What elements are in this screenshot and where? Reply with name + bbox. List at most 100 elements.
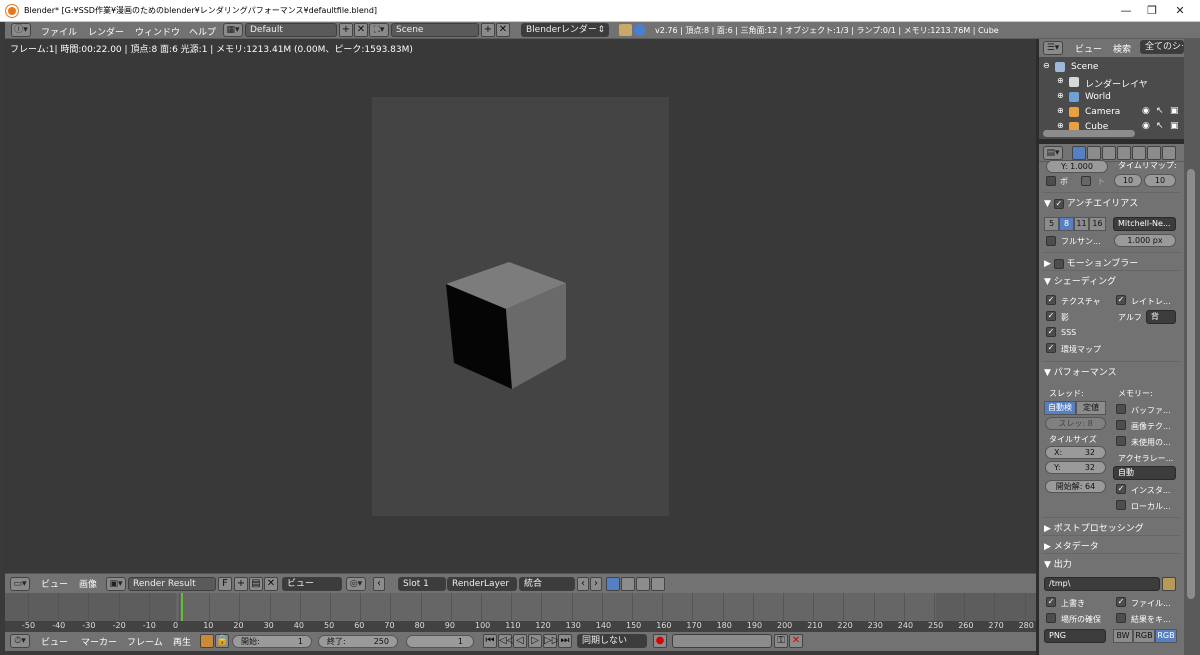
menu-timeline-view[interactable]: ビュー: [41, 635, 68, 648]
constraints-tab-icon[interactable]: [1147, 146, 1161, 160]
scene-field[interactable]: Scene: [391, 23, 479, 37]
outliner-item[interactable]: ⊕ World: [1039, 90, 1184, 105]
aa-samples-5[interactable]: 5: [1044, 217, 1059, 231]
file-extensions-checkbox[interactable]: ✓: [1116, 597, 1126, 607]
threads-fixed-button[interactable]: 定値: [1076, 401, 1106, 415]
metadata-panel-header[interactable]: ▶ メタデータ: [1044, 539, 1099, 553]
menu-render[interactable]: レンダー: [88, 25, 124, 38]
render-camera-icon[interactable]: ▣: [1170, 121, 1179, 131]
visibility-eye-icon[interactable]: ◉: [1142, 106, 1150, 116]
layout-icon[interactable]: ▦▾: [223, 23, 243, 37]
outliner-item[interactable]: ⊕ レンダーレイヤ: [1039, 75, 1184, 90]
outliner-item[interactable]: ⊖ Scene: [1039, 60, 1184, 75]
shading-panel-header[interactable]: ▼ シェーディング: [1044, 274, 1116, 288]
menu-view[interactable]: ビュー: [41, 577, 68, 590]
editor-type-info-icon[interactable]: ⓘ▾: [11, 23, 31, 37]
play-reverse-icon[interactable]: ◁: [513, 634, 527, 648]
performance-panel-header[interactable]: ▼ パフォーマンス: [1044, 365, 1117, 379]
tile-y-field[interactable]: Y: 32: [1045, 461, 1106, 474]
open-image-folder-icon[interactable]: ▤: [249, 577, 263, 591]
aa-filter-size-field[interactable]: 1.000 px: [1114, 234, 1176, 247]
modifiers-tab-icon[interactable]: [1162, 146, 1176, 160]
file-format-select[interactable]: PNG: [1044, 629, 1106, 643]
maximize-button[interactable]: ❐: [1139, 2, 1165, 20]
color-rgba-button[interactable]: RGB: [1155, 629, 1177, 643]
pass-prev-button[interactable]: ‹: [577, 577, 589, 591]
free-unused-checkbox[interactable]: [1116, 436, 1126, 446]
output-path-field[interactable]: /tmp\: [1044, 577, 1160, 591]
editor-type-outliner-icon[interactable]: ☰▾: [1043, 41, 1063, 55]
delete-scene-button[interactable]: ✕: [496, 23, 510, 37]
output-folder-icon[interactable]: [1162, 577, 1176, 591]
render-engine-select[interactable]: Blenderレンダー ⇕: [521, 23, 609, 37]
raytrace-checkbox[interactable]: ✓: [1116, 295, 1126, 305]
save-buffers-checkbox[interactable]: [1116, 404, 1126, 414]
visibility-eye-icon[interactable]: ◉: [1142, 121, 1150, 131]
slot-select[interactable]: Slot 1: [398, 577, 446, 591]
instances-checkbox[interactable]: ✓: [1116, 484, 1126, 494]
menu-marker[interactable]: マーカー: [81, 635, 117, 648]
editor-type-image-icon[interactable]: ▭▾: [10, 577, 30, 591]
menu-file[interactable]: ファイル: [41, 25, 77, 38]
render-icon[interactable]: [619, 24, 632, 36]
motion-blur-panel-header[interactable]: ▶ モーションブラー: [1044, 256, 1138, 270]
cache-result-checkbox[interactable]: [1116, 613, 1126, 623]
unlink-image-button[interactable]: ✕: [264, 577, 278, 591]
play-icon[interactable]: ▷: [528, 634, 542, 648]
object-tab-icon[interactable]: [1132, 146, 1146, 160]
full-sample-checkbox[interactable]: [1046, 236, 1056, 246]
scene-icon-button[interactable]: ⛶▾: [369, 23, 389, 37]
new-image-button[interactable]: +: [234, 577, 248, 591]
acceleration-select[interactable]: 自動: [1113, 466, 1176, 480]
world-globe-icon[interactable]: [634, 24, 646, 36]
editor-type-timeline-icon[interactable]: ⏱▾: [10, 634, 30, 648]
preview-range-icon[interactable]: [200, 634, 214, 648]
scene-tab-icon[interactable]: [1102, 146, 1116, 160]
auto-keying-record-icon[interactable]: ●: [653, 634, 667, 648]
outliner-item[interactable]: ⊕ Camera ◉ ↖ ▣: [1039, 105, 1184, 120]
draw-channels-alpha-icon[interactable]: [621, 577, 635, 591]
env-maps-checkbox[interactable]: ✓: [1046, 343, 1056, 353]
local-coords-checkbox[interactable]: [1116, 500, 1126, 510]
view-mode-select[interactable]: ビュー: [282, 577, 342, 591]
select-arrow-icon[interactable]: ↖: [1156, 121, 1164, 131]
render-layer-select[interactable]: RenderLayer: [447, 577, 517, 591]
current-frame-field[interactable]: 1: [406, 635, 474, 648]
lock-range-icon[interactable]: 🔒: [215, 634, 229, 648]
jump-keyframe-back-icon[interactable]: ◁◁: [498, 634, 514, 648]
color-bw-button[interactable]: BW: [1113, 629, 1133, 643]
aa-filter-select[interactable]: Mitchell-Ne...: [1113, 217, 1176, 231]
add-scene-button[interactable]: +: [481, 23, 495, 37]
outliner-filter-select[interactable]: 全てのシーン: [1140, 40, 1184, 54]
aa-samples-11[interactable]: 11: [1074, 217, 1089, 231]
scrollbar-thumb[interactable]: [1187, 169, 1195, 599]
overwrite-checkbox[interactable]: ✓: [1046, 597, 1056, 607]
antialiasing-checkbox[interactable]: ✓: [1053, 198, 1064, 209]
select-arrow-icon[interactable]: ↖: [1156, 106, 1164, 116]
jump-start-icon[interactable]: ⏮: [483, 634, 497, 648]
menu-image[interactable]: 画像: [79, 577, 97, 590]
minimize-button[interactable]: —: [1113, 2, 1139, 20]
aa-samples-16[interactable]: 16: [1089, 217, 1106, 231]
tile-x-field[interactable]: X: 32: [1045, 446, 1106, 459]
time-remap-new-field[interactable]: 10: [1144, 174, 1176, 187]
expand-icon[interactable]: ⊕: [1057, 76, 1064, 85]
start-frame-field[interactable]: 開始: 1: [232, 635, 312, 648]
textures-checkbox[interactable]: ✓: [1046, 295, 1056, 305]
threads-count-field[interactable]: スレッ: 8: [1045, 417, 1106, 430]
image-browse-icon[interactable]: ▣▾: [106, 577, 126, 591]
render-canvas[interactable]: [372, 97, 669, 516]
border-checkbox[interactable]: [1046, 176, 1056, 186]
timeline-area[interactable]: [5, 593, 1036, 621]
aa-samples-8[interactable]: 8: [1059, 217, 1074, 231]
slot-prev-button[interactable]: ‹: [373, 577, 385, 591]
image-name-field[interactable]: Render Result: [128, 577, 216, 591]
sync-mode-select[interactable]: 同期しない: [577, 634, 647, 648]
jump-keyframe-forward-icon[interactable]: ▷▷: [543, 634, 559, 648]
outliner-search-menu[interactable]: 検索: [1113, 42, 1131, 55]
menu-help[interactable]: ヘルプ: [189, 25, 216, 38]
pass-next-button[interactable]: ›: [590, 577, 602, 591]
world-tab-icon[interactable]: [1117, 146, 1131, 160]
playhead[interactable]: [181, 593, 183, 621]
render-camera-icon[interactable]: ▣: [1170, 106, 1179, 116]
